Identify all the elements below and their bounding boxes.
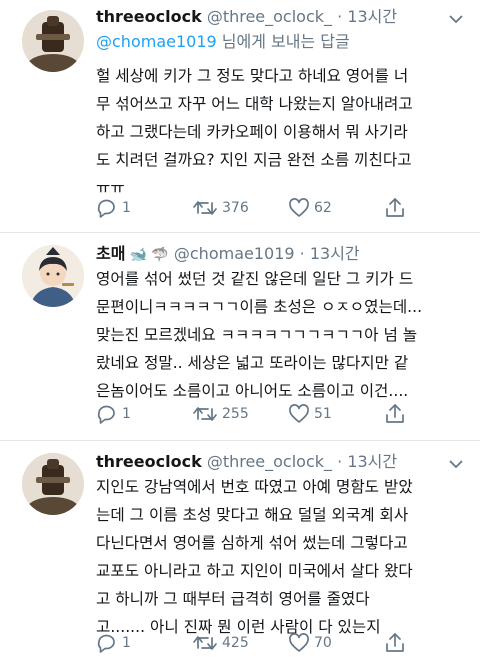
reply-context: @chomae1019 님에게 보내는 답글	[96, 31, 350, 53]
retweet-icon	[193, 407, 217, 421]
tweet-text: 영어를 섞어 썼던 것 같진 않은데 일단 그 키가 드 문편이니ㅋㅋㅋㅋㄱㄱ이…	[96, 265, 472, 405]
reply-button[interactable]: 1	[96, 631, 131, 655]
tweet-thread: threeoclock @three_oclock_ · 13시간 @choma…	[0, 0, 480, 668]
like-count: 51	[314, 406, 332, 422]
timestamp[interactable]: 13시간	[347, 452, 397, 471]
tweet-text-line: 헐 세상에 키가 그 정도 맞다고 하네요 영어를 너	[96, 67, 409, 85]
reply-icon	[97, 634, 115, 653]
reply-icon	[97, 405, 115, 424]
tweet-text: 헐 세상에 키가 그 정도 맞다고 하네요 영어를 너 무 섞어쓰고 자꾸 어느…	[96, 62, 472, 202]
reply-count: 1	[122, 635, 131, 651]
tweet-text-line: 맞는진 모르겠네요 ㅋㅋㅋㅋㄱㄱㄱㅋㄱㄱ아 넘 놀	[96, 326, 418, 344]
mention-link[interactable]: @chomae1019	[96, 32, 217, 51]
display-name[interactable]: 초매	[96, 244, 125, 263]
user-handle[interactable]: @three_oclock_	[207, 452, 332, 471]
tweet[interactable]: threeoclock @three_oclock_ · 13시간 지인도 강남…	[0, 441, 480, 668]
display-name[interactable]: threeoclock	[96, 452, 202, 471]
name-emojis: 🐋 🦈	[129, 247, 169, 263]
reply-count: 1	[122, 406, 131, 422]
share-button[interactable]	[384, 402, 406, 426]
timestamp[interactable]: 13시간	[347, 7, 397, 26]
share-button[interactable]	[384, 196, 406, 220]
like-count: 70	[314, 635, 332, 651]
chevron-down-icon[interactable]	[448, 14, 464, 24]
tweet[interactable]: threeoclock @three_oclock_ · 13시간 @choma…	[0, 0, 480, 232]
retweet-button[interactable]: 255	[192, 402, 249, 426]
display-name[interactable]: threeoclock	[96, 7, 202, 26]
tweet-header: 초매 🐋 🦈 @chomae1019 · 13시간	[96, 243, 360, 266]
heart-icon	[289, 633, 309, 652]
tweet-header: threeoclock @three_oclock_ · 13시간	[96, 451, 397, 473]
avatar[interactable]	[22, 10, 84, 72]
share-icon	[386, 198, 404, 217]
avatar[interactable]	[22, 453, 84, 515]
tweet-text-line: 교포도 아니라고 하고 지인이 미국에서 살다 왔다	[96, 562, 413, 580]
retweet-count: 425	[222, 635, 249, 651]
retweet-button[interactable]: 376	[192, 196, 249, 220]
tweet-actions: 1 425 70	[96, 631, 456, 655]
retweet-button[interactable]: 425	[192, 631, 249, 655]
reply-button[interactable]: 1	[96, 196, 131, 220]
share-icon	[386, 633, 404, 652]
chevron-down-icon[interactable]	[448, 459, 464, 469]
retweet-count: 376	[222, 200, 249, 216]
tweet-text-line: 고 하니까 그 때부터 급격히 영어를 줄였다	[96, 590, 370, 608]
tweet-text-line: 다닌다면서 영어를 심하게 섞어 썼는데 그렇다고	[96, 534, 408, 552]
reply-count: 1	[122, 200, 131, 216]
like-button[interactable]: 70	[288, 631, 332, 655]
tweet-text-line: 은놈이어도 소름이고 아니어도 소름이고 이건....	[96, 382, 409, 400]
tweet-text-line: 문편이니ㅋㅋㅋㅋㄱㄱ이름 초성은 ㅇㅈㅇ였는데...	[96, 298, 423, 316]
tweet-text-line: 영어를 섞어 썼던 것 같진 않은데 일단 그 키가 드	[96, 270, 414, 288]
tweet[interactable]: 초매 🐋 🦈 @chomae1019 · 13시간 영어를 섞어 썼던 것 같진 …	[0, 233, 480, 440]
reply-icon	[97, 199, 115, 218]
tweet-text-line: 도 치려던 걸까요? 지인 지금 완전 소름 끼친다고	[96, 151, 412, 169]
reply-suffix: 님에게 보내는 답글	[216, 32, 350, 51]
tweet-actions: 1 376 62	[96, 196, 456, 220]
timestamp[interactable]: 13시간	[310, 244, 360, 263]
separator-dot: ·	[337, 452, 343, 471]
separator-dot: ·	[337, 7, 343, 26]
retweet-icon	[193, 636, 217, 650]
reply-button[interactable]: 1	[96, 402, 131, 426]
tweet-text-line: 랐네요 정말.. 세상은 넓고 또라이는 많다지만 같	[96, 354, 409, 372]
heart-icon	[289, 404, 309, 423]
tweet-text-line: 무 섞어쓰고 자꾸 어느 대학 나왔는지 알아내려고	[96, 95, 413, 113]
retweet-icon	[193, 201, 217, 215]
tweet-text-line: 하고 그랬다는데 카카오페이 이용해서 뭐 사기라	[96, 123, 408, 141]
user-handle[interactable]: @three_oclock_	[207, 7, 332, 26]
tweet-actions: 1 255 51	[96, 402, 456, 426]
like-count: 62	[314, 200, 332, 216]
share-button[interactable]	[384, 631, 406, 655]
heart-icon	[289, 198, 309, 217]
tweet-text-line: 는데 그 이름 초성 맞다고 해요 덜덜 외국계 회사	[96, 506, 409, 524]
like-button[interactable]: 62	[288, 196, 332, 220]
tweet-text-line: 지인도 강남역에서 번호 따였고 아예 명함도 받았	[96, 478, 413, 496]
tweet-text: 지인도 강남역에서 번호 따였고 아예 명함도 받았 는데 그 이름 초성 맞다…	[96, 473, 472, 641]
separator-dot: ·	[299, 244, 305, 263]
avatar[interactable]	[22, 245, 84, 307]
retweet-count: 255	[222, 406, 249, 422]
tweet-header: threeoclock @three_oclock_ · 13시간	[96, 6, 397, 28]
share-icon	[386, 404, 404, 423]
like-button[interactable]: 51	[288, 402, 332, 426]
user-handle[interactable]: @chomae1019	[174, 244, 295, 263]
